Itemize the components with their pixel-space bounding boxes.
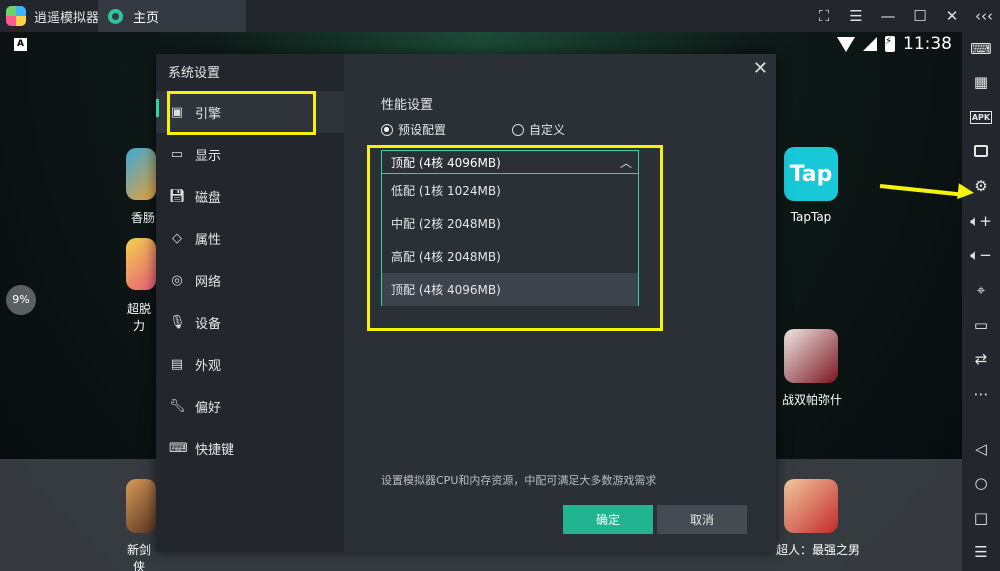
nav-item-network[interactable]: ◎ 网络 xyxy=(156,259,344,301)
close-dialog-icon[interactable]: ✕ xyxy=(753,58,768,79)
highlight-dropdown xyxy=(367,145,663,331)
annotation-arrow-head-icon xyxy=(957,183,975,201)
radio-preset[interactable]: 预设配置 xyxy=(381,121,446,138)
window-controls: ⛶ ☰ — ☐ ✕ ‹‹‹ xyxy=(808,0,1000,32)
radio-off-icon xyxy=(512,123,524,136)
wifi-icon xyxy=(837,36,855,52)
right-toolbar: ⌨ ▦ APK ⚙ 🔈︎+ 🔈︎− ⌖ ▭ ⇄ ⋯ ◁ ○ □ ☰ xyxy=(962,32,1000,571)
nav-item-shortcuts[interactable]: ⌨ 快捷键 xyxy=(156,427,344,469)
app-label-taptap: TapTap xyxy=(790,210,832,224)
home-icon[interactable]: ○ xyxy=(962,468,1000,498)
keyboard-icon: ⌨ xyxy=(169,440,188,456)
wrench-icon: 🔧︎ xyxy=(169,398,186,414)
back-icon[interactable]: ◁ xyxy=(962,434,1000,464)
title-bar: 逍遥模拟器 主页 ⛶ ☰ — ☐ ✕ ‹‹‹ xyxy=(0,0,1000,32)
nav-item-disk[interactable]: 💾︎ 磁盘 xyxy=(156,175,344,217)
collapse-sidebar-icon[interactable]: ‹‹‹ xyxy=(968,7,1000,25)
performance-section-title: 性能设置 xyxy=(381,98,434,113)
radio-custom[interactable]: 自定义 xyxy=(512,121,565,138)
nav-item-device[interactable]: 🎙︎ 设备 xyxy=(156,301,344,343)
keyboard-settings-icon[interactable]: ⌨ xyxy=(962,34,1000,64)
nav-item-display[interactable]: ▭ 显示 xyxy=(156,133,344,175)
globe-icon: ◎ xyxy=(171,272,183,288)
nav-item-properties[interactable]: ◇ 属性 xyxy=(156,217,344,259)
cancel-button[interactable]: 取消 xyxy=(657,505,747,534)
radio-on-icon xyxy=(381,123,393,136)
mic-icon: 🎙︎ xyxy=(169,314,186,330)
nav-item-preferences[interactable]: 🔧︎ 偏好 xyxy=(156,385,344,427)
menu-icon[interactable]: ☰ xyxy=(840,7,872,25)
app-icon-sausage[interactable] xyxy=(126,148,156,200)
status-a-icon: A xyxy=(14,38,27,51)
progress-badge[interactable]: 9% xyxy=(6,285,36,315)
tab-home-label: 主页 xyxy=(133,10,160,26)
home-tab-icon xyxy=(108,8,123,24)
apk-icon: APK xyxy=(969,110,993,124)
app-icon-onepunch[interactable] xyxy=(784,479,838,533)
radio-preset-label: 预设配置 xyxy=(398,123,447,137)
nav-item-appearance[interactable]: ▤ 外观 xyxy=(156,343,344,385)
tag-icon: ◇ xyxy=(172,230,182,246)
highlight-engine xyxy=(167,91,316,135)
app-label-jianxia: 新剑侠 xyxy=(126,543,151,571)
multi-window-icon xyxy=(974,145,988,157)
volume-up-icon[interactable]: 🔈︎+ xyxy=(962,206,1000,236)
multi-instance-icon[interactable] xyxy=(962,136,1000,166)
radio-custom-label: 自定义 xyxy=(529,123,566,137)
nav-label: 属性 xyxy=(195,232,222,248)
hint-text: 设置模拟器CPU和内存资源，中配可满足大多数游戏需求 xyxy=(381,474,657,487)
app-icon-taptap[interactable]: Tap xyxy=(784,147,838,201)
close-window-icon[interactable]: ✕ xyxy=(936,7,968,25)
window-icon: ▤ xyxy=(170,356,184,372)
nav-label: 磁盘 xyxy=(195,190,222,206)
nav-label: 显示 xyxy=(195,148,222,164)
nav-label: 偏好 xyxy=(195,400,222,416)
nav-label: 快捷键 xyxy=(195,442,235,458)
fullscreen-icon[interactable]: ⛶ xyxy=(808,7,840,25)
signal-icon xyxy=(863,37,877,51)
app-label-sausage: 香肠 xyxy=(130,211,155,225)
apk-install-button[interactable]: APK xyxy=(962,102,1000,132)
disk-icon: 💾︎ xyxy=(169,188,186,204)
status-right: 11:38 xyxy=(837,34,952,54)
app-icon-chaotuoli[interactable] xyxy=(126,238,156,290)
dialog-title: 系统设置 xyxy=(168,66,221,81)
app-title: 逍遥模拟器 xyxy=(34,10,100,26)
nav-label: 网络 xyxy=(195,274,222,290)
rotate-screen-icon[interactable]: ⇄ xyxy=(962,344,1000,374)
app-icon-punishing[interactable] xyxy=(784,329,838,383)
app-label-punishing: 战双帕弥什 xyxy=(781,393,842,407)
nav-label: 设备 xyxy=(195,316,222,332)
recent-apps-icon[interactable]: □ xyxy=(962,503,1000,533)
app-label-chaotuoli: 超脱力 xyxy=(126,302,151,333)
maximize-icon[interactable]: ☐ xyxy=(904,7,936,25)
app-icon-jianxia[interactable] xyxy=(126,479,156,533)
clock: 11:38 xyxy=(903,34,952,54)
nav-label: 外观 xyxy=(195,358,222,374)
minimize-icon[interactable]: — xyxy=(872,7,904,25)
active-indicator xyxy=(156,99,159,117)
keyboard-map-icon[interactable]: ▦ xyxy=(962,67,1000,97)
battery-icon xyxy=(885,36,895,52)
location-icon[interactable]: ⌖ xyxy=(962,275,1000,305)
app-logo-icon xyxy=(6,6,26,26)
menu-list-icon[interactable]: ☰ xyxy=(962,537,1000,567)
tab-home[interactable]: 主页 xyxy=(98,0,246,32)
more-icon[interactable]: ⋯ xyxy=(962,379,1000,409)
volume-down-icon[interactable]: 🔈︎− xyxy=(962,240,1000,270)
monitor-icon: ▭ xyxy=(170,146,184,162)
folder-icon[interactable]: ▭ xyxy=(962,310,1000,340)
app-label-onepunch: 超人：最强之男 xyxy=(775,543,860,557)
ok-button[interactable]: 确定 xyxy=(563,505,653,534)
